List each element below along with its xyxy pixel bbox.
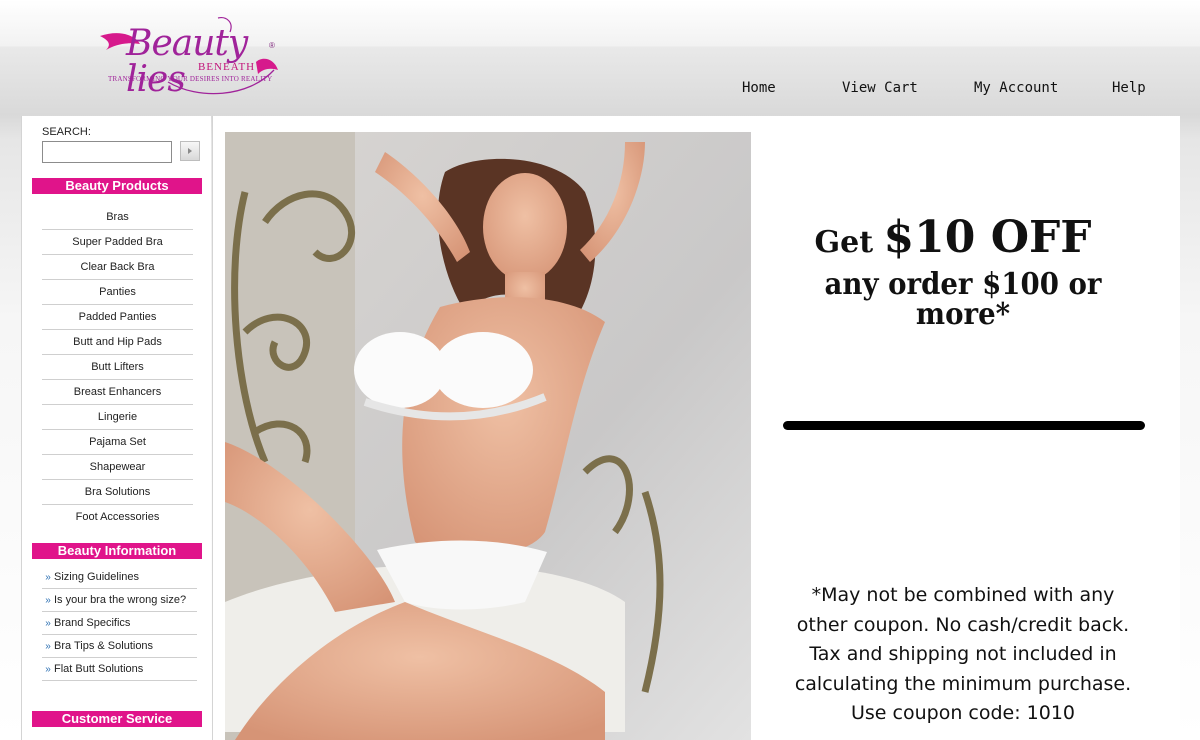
beauty-products-list: Bras Super Padded Bra Clear Back Bra Pan…	[42, 205, 193, 530]
sidebar-item-bra-tips[interactable]: » Bra Tips & Solutions	[42, 635, 197, 658]
sidebar-item-bras[interactable]: Bras	[42, 205, 193, 230]
promo-get: Get	[814, 225, 874, 260]
beauty-information-header: Beauty Information	[32, 543, 202, 559]
logo-beneath-text: BENEATH	[198, 61, 256, 73]
sidebar-item-label: Is your bra the wrong size?	[54, 593, 187, 606]
sidebar-item-brand-specifics[interactable]: » Brand Specifics	[42, 612, 197, 635]
search-label: SEARCH:	[42, 126, 91, 138]
double-chevron-right-icon: »	[45, 640, 51, 652]
sidebar-item-pajama-set[interactable]: Pajama Set	[42, 430, 193, 455]
search-button[interactable]	[180, 141, 200, 161]
sidebar-item-flat-butt-solutions[interactable]: » Flat Butt Solutions	[42, 658, 197, 681]
sidebar-item-super-padded-bra[interactable]: Super Padded Bra	[42, 230, 193, 255]
hero-photo	[225, 132, 751, 740]
promo-amount: $10 OFF	[883, 212, 1092, 263]
sidebar-item-label: Flat Butt Solutions	[54, 662, 144, 675]
double-chevron-right-icon: »	[45, 594, 51, 606]
logo-registered-mark: ®	[269, 41, 275, 50]
site-logo[interactable]: Beauty lies ® BENEATH TRANSFORMING YOUR …	[98, 14, 283, 100]
fine-print-line: other coupon. No cash/credit back.	[796, 613, 1130, 636]
double-chevron-right-icon: »	[45, 663, 51, 675]
search-input[interactable]	[42, 141, 172, 163]
logo-tagline: TRANSFORMING YOUR DESIRES INTO REALITY	[108, 75, 273, 83]
sidebar-item-clear-back-bra[interactable]: Clear Back Bra	[42, 255, 193, 280]
hero-banner[interactable]	[225, 132, 751, 740]
beauty-information-list: » Sizing Guidelines » Is your bra the wr…	[42, 566, 197, 681]
sidebar-item-lingerie[interactable]: Lingerie	[42, 405, 193, 430]
double-chevron-right-icon: »	[45, 617, 51, 629]
sidebar-item-label: Sizing Guidelines	[54, 570, 139, 583]
nav-help[interactable]: Help	[1112, 80, 1146, 96]
sidebar-item-foot-accessories[interactable]: Foot Accessories	[42, 505, 193, 530]
site-header: Beauty lies ® BENEATH TRANSFORMING YOUR …	[0, 0, 1200, 116]
promo-headline: Get $10 OFF	[763, 216, 1143, 260]
promo-subheadline: any order $100 or more*	[824, 267, 1102, 332]
sidebar-item-shapewear[interactable]: Shapewear	[42, 455, 193, 480]
play-arrow-icon	[188, 148, 192, 154]
sidebar-item-sizing-guidelines[interactable]: » Sizing Guidelines	[42, 566, 197, 589]
main-content: Get $10 OFF any order $100 or more* *May…	[212, 116, 1180, 740]
sidebar-item-breast-enhancers[interactable]: Breast Enhancers	[42, 380, 193, 405]
customer-service-header: Customer Service	[32, 711, 202, 727]
sidebar-item-label: Bra Tips & Solutions	[54, 639, 154, 652]
promo-divider	[783, 421, 1145, 430]
nav-home[interactable]: Home	[742, 80, 776, 96]
coupon-code-line: Use coupon code: 1010	[850, 702, 1076, 724]
fine-print-line: calculating the minimum purchase.	[794, 672, 1132, 695]
sidebar-item-bra-solutions[interactable]: Bra Solutions	[42, 480, 193, 505]
nav-my-account[interactable]: My Account	[974, 80, 1058, 96]
nav-view-cart[interactable]: View Cart	[842, 80, 918, 96]
fine-print-line: Tax and shipping not included in	[809, 643, 1117, 665]
beauty-products-header: Beauty Products	[32, 178, 202, 194]
sidebar-item-wrong-size[interactable]: » Is your bra the wrong size?	[42, 589, 197, 612]
sidebar-item-butt-and-hip-pads[interactable]: Butt and Hip Pads	[42, 330, 193, 355]
double-chevron-right-icon: »	[45, 571, 51, 583]
fine-print-line: *May not be combined with any	[811, 584, 1115, 606]
sidebar-item-label: Brand Specifics	[54, 616, 131, 629]
sidebar-item-butt-lifters[interactable]: Butt Lifters	[42, 355, 193, 380]
sidebar-item-padded-panties[interactable]: Padded Panties	[42, 305, 193, 330]
sidebar-item-panties[interactable]: Panties	[42, 280, 193, 305]
sidebar: SEARCH: Beauty Products Bras Super Padde…	[21, 116, 211, 740]
promo-fine-print: *May not be combined with any other coup…	[763, 581, 1163, 729]
